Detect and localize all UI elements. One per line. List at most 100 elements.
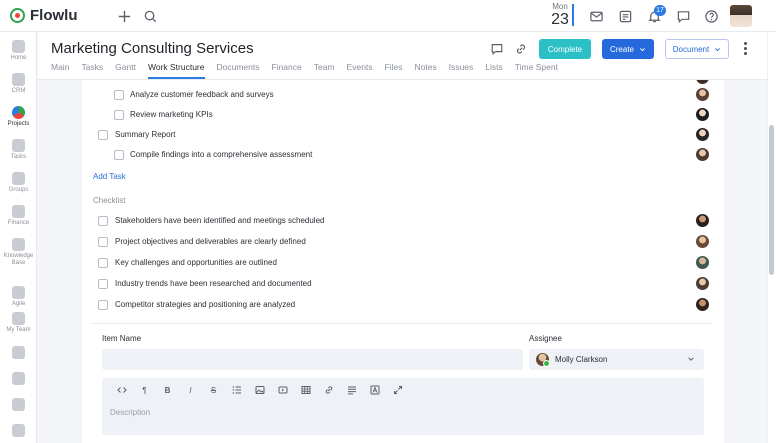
checklist-checkbox[interactable] — [98, 216, 108, 226]
comment-icon[interactable] — [490, 42, 504, 56]
create-button[interactable]: Create — [602, 39, 654, 59]
work-structure-panel: Analyze customer feedback and surveys Re… — [82, 80, 724, 443]
checklist-checkbox[interactable] — [98, 300, 108, 310]
avatar[interactable] — [696, 128, 709, 141]
checklist-checkbox[interactable] — [98, 279, 108, 289]
tab-lists[interactable]: Lists — [485, 62, 502, 79]
code-icon[interactable] — [110, 383, 133, 397]
tab-notes[interactable]: Notes — [415, 62, 437, 79]
tab-time-spent[interactable]: Time Spent — [515, 62, 558, 79]
task-row[interactable]: Compile findings into a comprehensive as… — [82, 145, 724, 165]
date-day-number: 23 — [551, 11, 569, 28]
task-checkbox[interactable] — [114, 110, 124, 120]
help-icon[interactable] — [703, 8, 719, 24]
avatar[interactable] — [696, 298, 709, 311]
checklist-checkbox[interactable] — [98, 237, 108, 247]
sidebar-item-extra-4[interactable] — [0, 424, 37, 437]
tab-main[interactable]: Main — [51, 62, 69, 79]
add-task-link[interactable]: Add Task — [93, 172, 126, 181]
checklist-item[interactable]: Competitor strategies and positioning ar… — [82, 295, 724, 315]
strikethrough-icon[interactable]: S — [202, 383, 225, 397]
checklist-item[interactable]: Key challenges and opportunities are out… — [82, 253, 724, 273]
link-icon[interactable] — [514, 42, 528, 56]
avatar[interactable] — [696, 214, 709, 227]
tab-work-structure[interactable]: Work Structure — [147, 62, 205, 79]
sidebar-item-extra-1[interactable] — [0, 346, 37, 359]
tab-documents[interactable]: Documents — [217, 62, 260, 79]
sidebar-item-projects[interactable]: Projects — [0, 106, 37, 128]
more-options-icon[interactable] — [744, 42, 748, 57]
sidebar-item-tasks[interactable]: Tasks — [0, 139, 37, 161]
avatar[interactable] — [696, 80, 709, 84]
sidebar-item-extra-3[interactable] — [0, 398, 37, 411]
task-title[interactable]: Review marketing KPIs — [130, 110, 213, 119]
tab-finance[interactable]: Finance — [272, 62, 302, 79]
chat-icon[interactable] — [675, 8, 691, 24]
sidebar-item-my-team[interactable]: My Team — [0, 312, 37, 334]
tab-gantt[interactable]: Gantt — [115, 62, 136, 79]
sidebar-item-knowledge-base[interactable]: Knowledge Base — [0, 238, 37, 267]
tab-events[interactable]: Events — [347, 62, 373, 79]
avatar[interactable] — [696, 148, 709, 161]
sidebar-item-agile[interactable]: Agile — [0, 286, 37, 308]
mail-icon[interactable] — [588, 8, 604, 24]
checklist-item-text[interactable]: Stakeholders have been identified and me… — [115, 216, 324, 225]
tab-tasks[interactable]: Tasks — [81, 62, 103, 79]
italic-icon[interactable]: I — [179, 383, 202, 397]
checklist-item[interactable]: Project objectives and deliverables are … — [82, 232, 724, 252]
checklist-item-text[interactable]: Project objectives and deliverables are … — [115, 237, 306, 246]
align-icon[interactable] — [340, 383, 363, 397]
app-logo[interactable]: Flowlu — [10, 7, 78, 24]
checklist-item-text[interactable]: Industry trends have been researched and… — [115, 279, 312, 288]
text-color-icon[interactable] — [363, 383, 386, 397]
task-checkbox[interactable] — [114, 90, 124, 100]
link-icon[interactable] — [317, 383, 340, 397]
table-icon[interactable] — [294, 383, 317, 397]
checklist-item[interactable]: Stakeholders have been identified and me… — [82, 211, 724, 231]
sidebar-item-label: Knowledge Base — [3, 253, 34, 266]
add-icon[interactable] — [116, 8, 132, 24]
scrollbar-thumb[interactable] — [769, 125, 774, 275]
task-checkbox[interactable] — [114, 150, 124, 160]
bold-icon[interactable]: B — [156, 383, 179, 397]
task-row[interactable]: Review marketing KPIs — [82, 105, 724, 125]
video-icon[interactable] — [271, 383, 294, 397]
checklist-checkbox[interactable] — [98, 258, 108, 268]
avatar[interactable] — [696, 235, 709, 248]
sidebar-item-extra-2[interactable] — [0, 372, 37, 385]
avatar[interactable] — [696, 88, 709, 101]
description-editor[interactable]: ¶ B I S Description — [102, 378, 704, 435]
complete-button[interactable]: Complete — [539, 39, 591, 59]
flowlu-logo-icon — [10, 8, 25, 23]
task-row[interactable]: Summary Report — [82, 125, 724, 145]
avatar[interactable] — [696, 277, 709, 290]
paragraph-icon[interactable]: ¶ — [133, 383, 156, 397]
tab-files[interactable]: Files — [385, 62, 403, 79]
calendar-date[interactable]: Mon 23 — [545, 2, 575, 29]
checklist-item-text[interactable]: Competitor strategies and positioning ar… — [115, 300, 295, 309]
task-title[interactable]: Analyze customer feedback and surveys — [130, 90, 274, 99]
notes-icon[interactable] — [617, 8, 633, 24]
item-name-input[interactable] — [102, 349, 523, 370]
task-checkbox[interactable] — [98, 130, 108, 140]
sidebar-item-finance[interactable]: Finance — [0, 205, 37, 227]
sidebar-item-groups[interactable]: Groups — [0, 172, 37, 194]
sidebar-item-home[interactable]: Home — [0, 40, 37, 62]
user-avatar[interactable] — [730, 5, 752, 27]
bullet-list-icon[interactable] — [225, 383, 248, 397]
image-icon[interactable] — [248, 383, 271, 397]
avatar[interactable] — [696, 108, 709, 121]
tab-team[interactable]: Team — [314, 62, 335, 79]
fullscreen-icon[interactable] — [386, 383, 409, 397]
task-title[interactable]: Summary Report — [115, 130, 175, 139]
avatar[interactable] — [696, 256, 709, 269]
search-icon[interactable] — [142, 8, 158, 24]
sidebar-item-crm[interactable]: CRM — [0, 73, 37, 95]
task-title[interactable]: Compile findings into a comprehensive as… — [130, 150, 312, 159]
assignee-select[interactable]: Molly Clarkson — [529, 349, 704, 370]
document-button[interactable]: Document — [665, 39, 729, 59]
checklist-item[interactable]: Industry trends have been researched and… — [82, 274, 724, 294]
checklist-item-text[interactable]: Key challenges and opportunities are out… — [115, 258, 277, 267]
tab-issues[interactable]: Issues — [449, 62, 474, 79]
task-row[interactable]: Analyze customer feedback and surveys — [82, 85, 724, 105]
